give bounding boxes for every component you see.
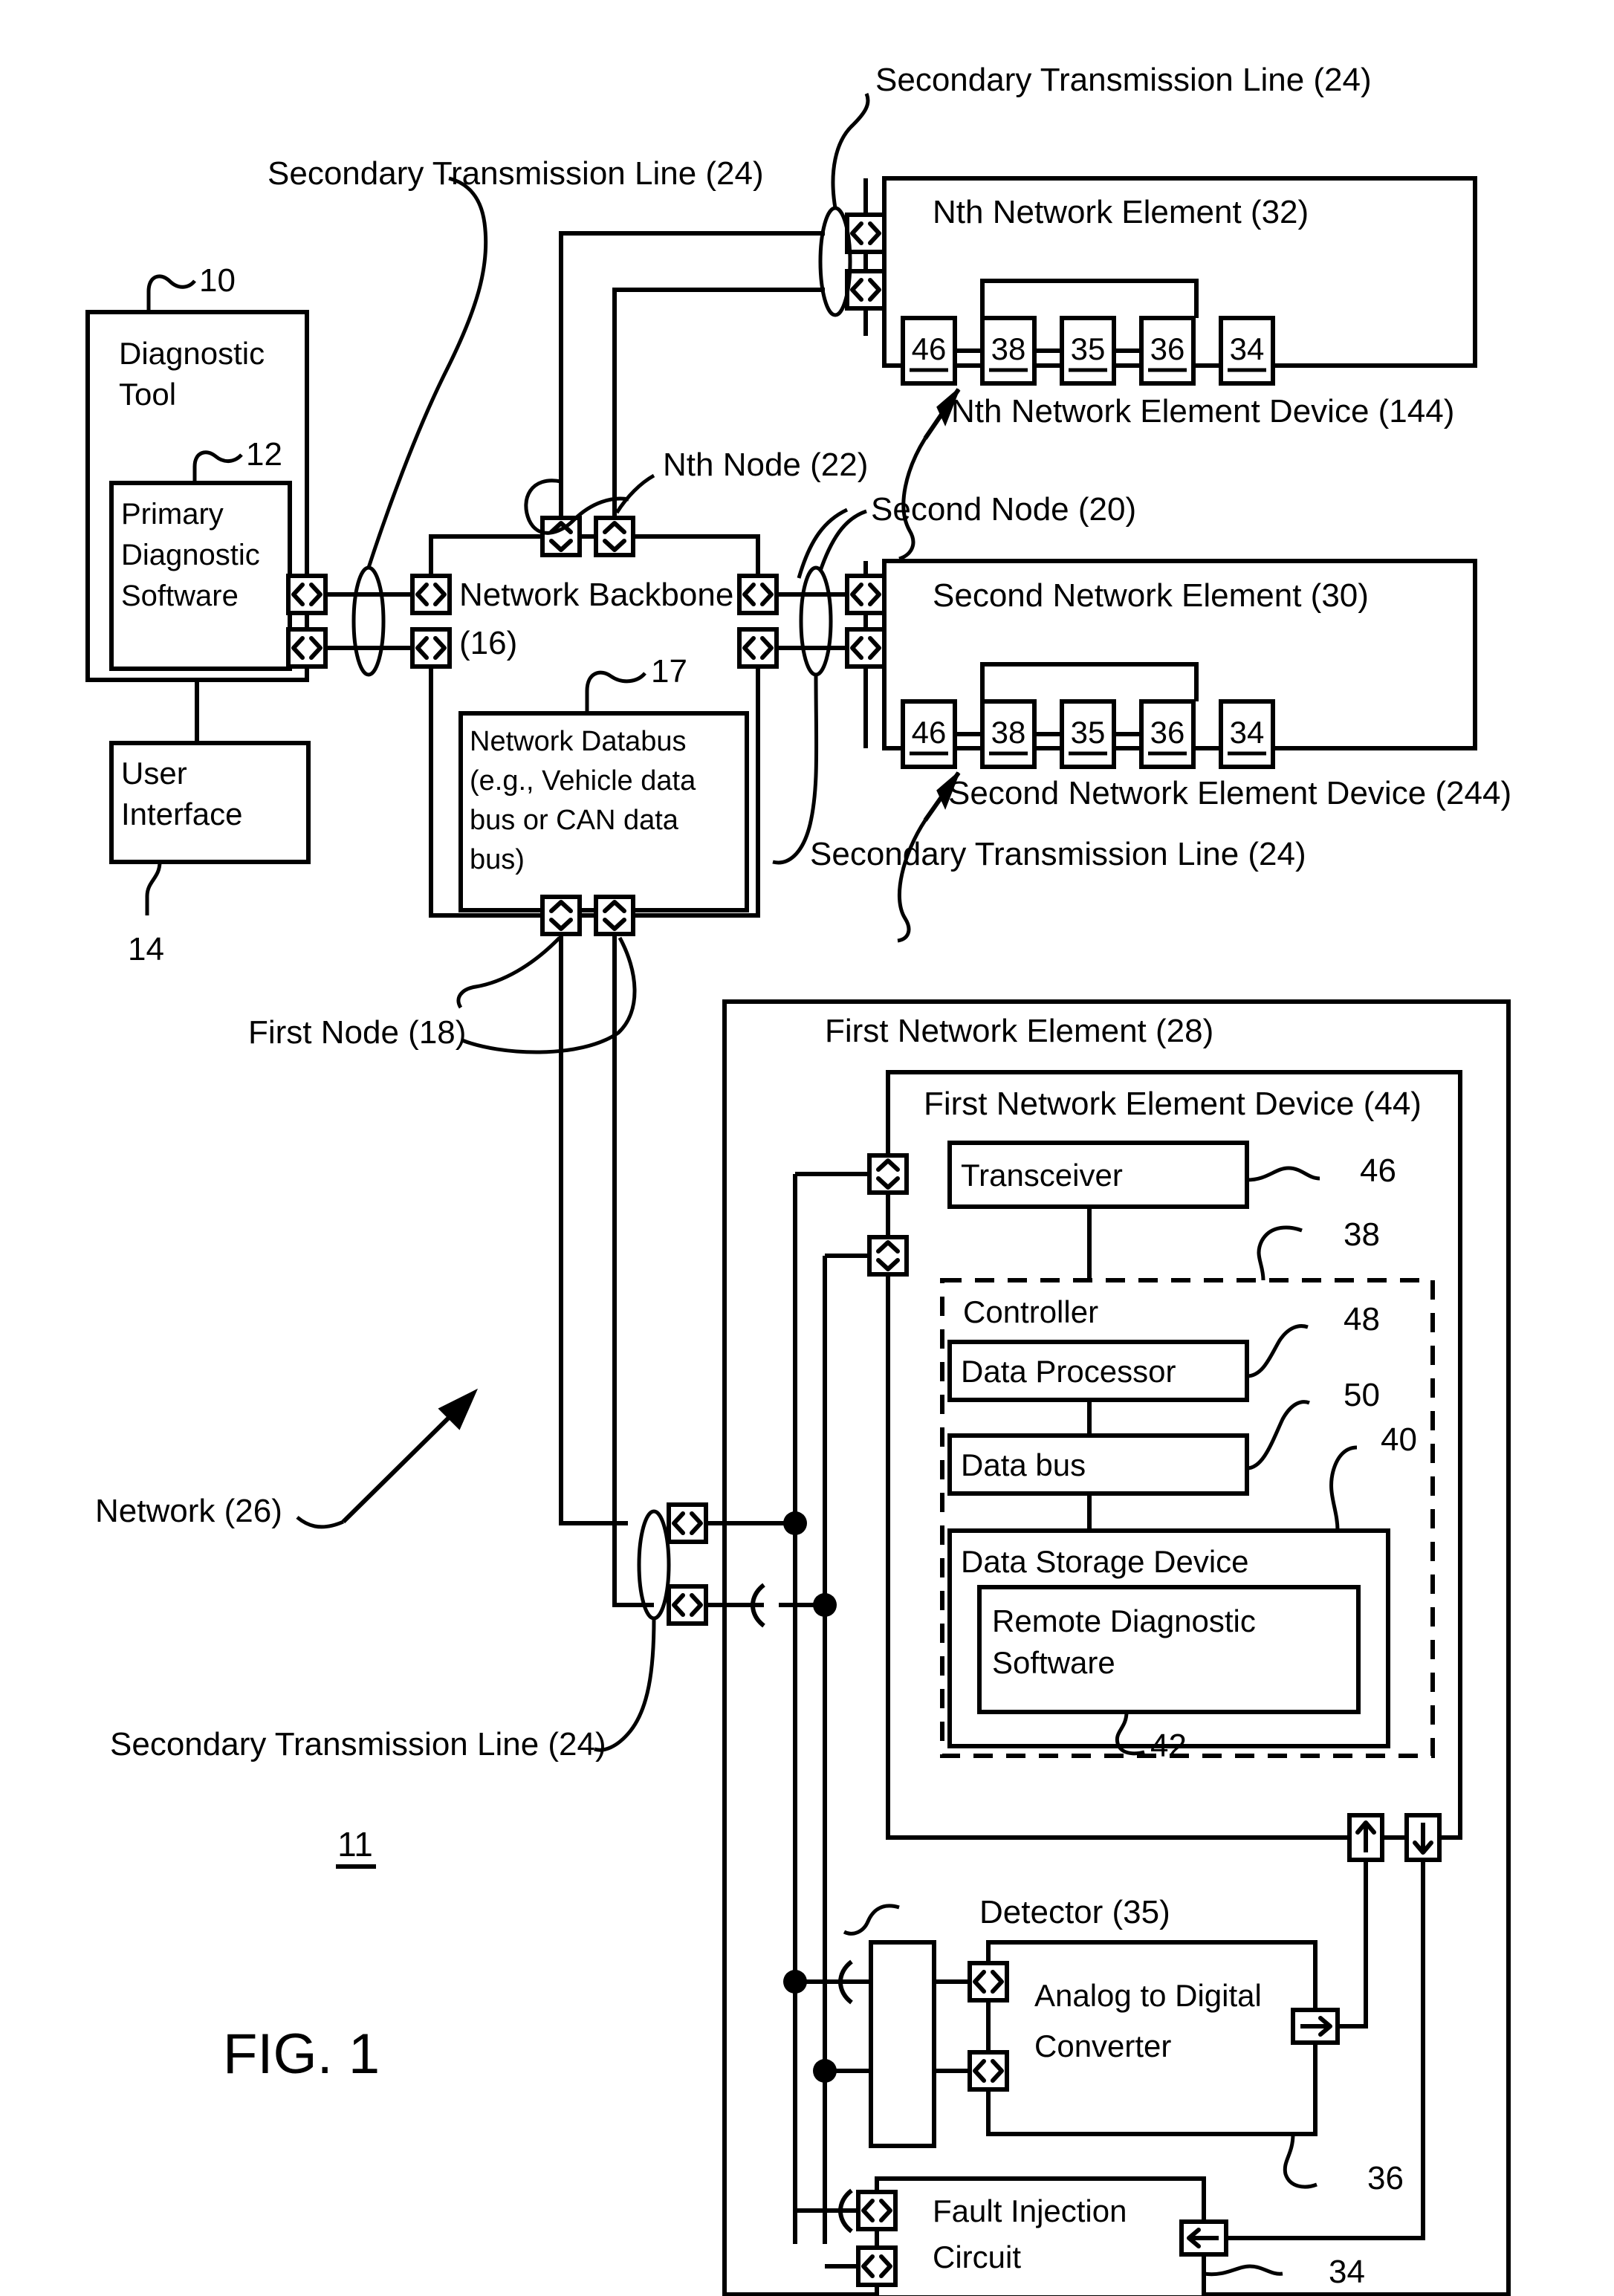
- primary-diagnostic-software-line2: Diagnostic: [121, 539, 260, 571]
- callout-42: 42: [1150, 1728, 1187, 1764]
- system-reference-11: 11: [337, 1825, 373, 1864]
- network-backbone-label-line1: Network Backbone: [459, 577, 733, 613]
- second-chip-35-label: 35: [1071, 715, 1106, 750]
- callout-34: 34: [1329, 2254, 1365, 2290]
- callout-50: 50: [1344, 1377, 1380, 1413]
- network-databus-line1: Network Databus: [470, 726, 686, 757]
- node-connector-first-b[interactable]: [596, 897, 633, 934]
- node-connector-backbone-right-upper[interactable]: [739, 576, 777, 613]
- label-first-node: First Node (18): [248, 1014, 466, 1051]
- label-nth-node: Nth Node (22): [663, 447, 868, 483]
- adc-line1: Analog to Digital: [1034, 1978, 1262, 2013]
- arrow-left-icon: [1182, 2222, 1226, 2254]
- detector-box: [869, 1940, 936, 2148]
- controller-label: Controller: [963, 1294, 1098, 1329]
- node-connector-second-element-lower[interactable]: [847, 629, 884, 667]
- label-network: Network (26): [95, 1493, 282, 1529]
- label-secondary-tx-top-left: Secondary Transmission Line (24): [268, 155, 764, 192]
- label-second-node: Second Node (20): [871, 491, 1136, 528]
- node-connector-adc-lower[interactable]: [970, 2052, 1007, 2089]
- second-network-element-label: Second Network Element (30): [933, 577, 1369, 614]
- label-detector: Detector (35): [979, 1894, 1170, 1930]
- second-chip-34-label: 34: [1230, 715, 1265, 750]
- label-nth-network-element-device: Nth Network Element Device (144): [951, 393, 1454, 429]
- fault-injection-line1: Fault Injection: [933, 2193, 1127, 2228]
- figure-canvas: Diagnostic Tool 10 Primary Diagnostic So…: [0, 0, 1614, 2296]
- network-databus-line2: (e.g., Vehicle data: [470, 765, 696, 797]
- figure-caption: FIG. 1: [223, 2023, 380, 2086]
- diagnostic-tool-label-line1: Diagnostic: [119, 336, 265, 371]
- callout-48: 48: [1344, 1301, 1380, 1337]
- node-connector-first-a[interactable]: [542, 897, 580, 934]
- nth-chip-38-label: 38: [991, 331, 1026, 366]
- user-interface-line2: Interface: [121, 797, 242, 831]
- data-bus-label: Data bus: [961, 1447, 1086, 1482]
- node-connector-backbone-left-upper[interactable]: [412, 576, 450, 613]
- node-connector-nth-a[interactable]: [542, 518, 580, 555]
- callout-46: 46: [1360, 1152, 1396, 1189]
- data-storage-device-label: Data Storage Device: [961, 1544, 1249, 1579]
- remote-diagnostic-software-line1: Remote Diagnostic: [992, 1603, 1256, 1638]
- nth-chip-35-label: 35: [1071, 331, 1106, 366]
- label-secondary-tx-bottom-left: Secondary Transmission Line (24): [110, 1726, 606, 1762]
- network-backbone-label-line2: (16): [459, 625, 517, 661]
- nth-chip-46-label: 46: [912, 331, 947, 366]
- arrow-right-icon: [1293, 2010, 1338, 2043]
- first-network-element-label: First Network Element (28): [825, 1013, 1213, 1049]
- junction-dot-net-upper: [783, 1511, 807, 1535]
- arrow-up-icon: [1349, 1815, 1382, 1860]
- callout-36: 36: [1367, 2160, 1404, 2196]
- node-connector-nth-element-upper[interactable]: [847, 215, 884, 252]
- first-network-element-device-label: First Network Element Device (44): [924, 1086, 1422, 1122]
- patent-figure-page: Diagnostic Tool 10 Primary Diagnostic So…: [0, 0, 1614, 2296]
- fault-injection-line2: Circuit: [933, 2240, 1021, 2274]
- nth-network-element-label: Nth Network Element (32): [933, 194, 1309, 230]
- node-connector-second-element-upper[interactable]: [847, 576, 884, 613]
- callout-14: 14: [128, 931, 164, 967]
- node-connector-nth-element-lower[interactable]: [847, 271, 884, 308]
- primary-diagnostic-software-line1: Primary: [121, 498, 224, 531]
- diagnostic-tool-block: Diagnostic Tool 10 Primary Diagnostic So…: [85, 262, 309, 682]
- user-interface-line1: User: [121, 756, 187, 791]
- node-connector-tool-upper[interactable]: [288, 576, 325, 613]
- second-chip-46-label: 46: [912, 715, 947, 750]
- node-connector-tool-lower[interactable]: [288, 629, 325, 667]
- node-connector-fic-upper[interactable]: [858, 2192, 895, 2229]
- label-secondary-tx-top-right: Secondary Transmission Line (24): [875, 62, 1372, 98]
- callout-40: 40: [1381, 1421, 1417, 1458]
- node-connector-fic-lower[interactable]: [858, 2248, 895, 2285]
- node-connector-net-upper[interactable]: [669, 1505, 706, 1542]
- arrow-down-icon: [1407, 1815, 1439, 1860]
- primary-diagnostic-software-line3: Software: [121, 580, 239, 612]
- first-network-element-block: First Network Element (28) First Network…: [722, 999, 1511, 2296]
- callout-17: 17: [651, 653, 687, 690]
- nth-chip-36-label: 36: [1150, 331, 1185, 366]
- label-second-network-element-device: Second Network Element Device (244): [948, 775, 1511, 811]
- node-connector-net-lower[interactable]: [669, 1586, 706, 1624]
- node-connector-adc-upper[interactable]: [970, 1963, 1007, 2000]
- adc-line2: Converter: [1034, 2029, 1171, 2063]
- transceiver-label: Transceiver: [961, 1158, 1123, 1193]
- diagnostic-tool-label-line2: Tool: [119, 377, 176, 412]
- remote-diagnostic-software-line2: Software: [992, 1645, 1115, 1680]
- network-databus-line4: bus): [470, 844, 525, 875]
- network-databus-line3: bus or CAN data: [470, 805, 679, 836]
- node-connector-first-device-upper[interactable]: [869, 1155, 907, 1193]
- node-connector-backbone-right-lower[interactable]: [739, 629, 777, 667]
- data-processor-label: Data Processor: [961, 1354, 1176, 1389]
- second-chip-36-label: 36: [1150, 715, 1185, 750]
- callout-38: 38: [1344, 1216, 1380, 1253]
- callout-12: 12: [246, 436, 282, 473]
- node-connector-nth-b[interactable]: [596, 518, 633, 555]
- second-chip-38-label: 38: [991, 715, 1026, 750]
- label-secondary-tx-mid-right: Secondary Transmission Line (24): [810, 836, 1306, 872]
- node-connector-backbone-left-lower[interactable]: [412, 629, 450, 667]
- node-connector-first-device-lower[interactable]: [869, 1237, 907, 1274]
- callout-10: 10: [199, 262, 236, 299]
- nth-chip-34-label: 34: [1230, 331, 1265, 366]
